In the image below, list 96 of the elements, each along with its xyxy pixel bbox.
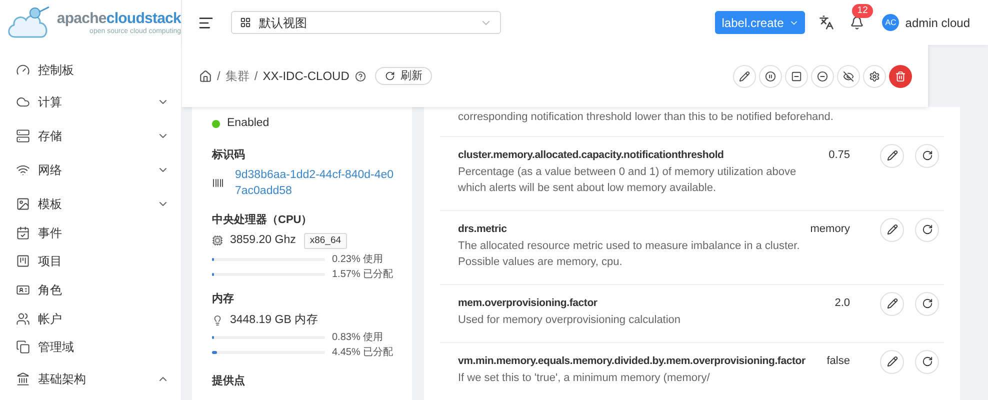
setting-name: drs.metric bbox=[458, 222, 508, 236]
breadcrumb-current: XX-IDC-CLOUD bbox=[262, 68, 350, 85]
settings-icon bbox=[869, 70, 880, 82]
gauge-icon bbox=[16, 63, 30, 77]
settings-button[interactable] bbox=[863, 64, 886, 88]
sidebar-item[interactable]: 控制板 bbox=[0, 59, 181, 81]
server-icon bbox=[16, 129, 30, 143]
setting-value: false bbox=[826, 354, 850, 368]
setting-description: Percentage (as a value between 0 and 1) of memory utilization above which alerts will be sent about low memory available. bbox=[458, 164, 798, 196]
calendar-icon bbox=[16, 226, 30, 240]
progress-reading: 1.57% 已分配 bbox=[332, 268, 394, 282]
reset-button[interactable] bbox=[915, 350, 939, 374]
setting-description: Used for memory overprovisioning calculation bbox=[458, 312, 682, 328]
user-name[interactable]: admin cloud bbox=[905, 14, 970, 32]
edit-button[interactable] bbox=[880, 292, 904, 316]
sidebar-item[interactable]: 项目 bbox=[0, 250, 181, 272]
pencil-icon bbox=[886, 224, 898, 235]
setting-name: vm.min.memory.equals.memory.divided.by.mem.overprovisioning.factor bbox=[458, 354, 806, 368]
pencil-icon bbox=[739, 70, 750, 82]
bulb-icon bbox=[212, 314, 223, 326]
status-text: Enabled bbox=[227, 116, 270, 132]
delete-button[interactable] bbox=[889, 64, 912, 88]
bell-icon[interactable] bbox=[850, 16, 864, 30]
reset-icon bbox=[922, 356, 932, 367]
trash-icon bbox=[895, 70, 906, 82]
field-label: 中央处理器（CPU） bbox=[212, 212, 314, 228]
setting-value: memory bbox=[809, 222, 850, 236]
barcode-icon bbox=[212, 176, 224, 188]
menu-icon[interactable] bbox=[198, 14, 214, 30]
home-icon[interactable] bbox=[199, 70, 212, 82]
setting-name: cluster.memory.allocated.capacity.notificationthreshold bbox=[458, 148, 725, 162]
reset-button[interactable] bbox=[915, 218, 939, 242]
pause-icon bbox=[765, 70, 776, 82]
sidebar-item[interactable]: 网络 bbox=[0, 159, 181, 181]
refresh-icon bbox=[385, 71, 396, 81]
setting-description: The allocated resource metric used to measure imbalance in a cluster. Possible values are memory, cpu. bbox=[458, 238, 801, 270]
field-label: 内存 bbox=[212, 292, 235, 308]
copy-icon bbox=[16, 340, 30, 354]
progress-reading: 0.83% 使用 bbox=[332, 331, 384, 345]
sidebar-item[interactable]: 管理域 bbox=[0, 336, 181, 358]
action-button[interactable] bbox=[837, 64, 860, 88]
logo-wordmark: apachecloudstack bbox=[56, 10, 181, 26]
chip-icon bbox=[212, 235, 223, 246]
sidebar-item[interactable]: 存储 bbox=[0, 125, 181, 147]
field-label: 提供点 bbox=[212, 374, 246, 389]
setting-description: If we set this to 'true', a minimum memory (memory/ bbox=[458, 370, 711, 386]
refresh-button[interactable]: 刷新 bbox=[375, 67, 432, 85]
field-label: 标识码 bbox=[212, 148, 246, 163]
reset-icon bbox=[922, 298, 932, 309]
sidebar-item[interactable]: 事件 bbox=[0, 222, 181, 244]
setting-description: corresponding notification threshold lower than this to be notified beforehand. bbox=[457, 110, 834, 125]
minus-square-icon bbox=[791, 70, 802, 82]
cpu-value: 3859.20 Ghz bbox=[230, 233, 296, 248]
setting-value: 2.0 bbox=[834, 296, 850, 310]
edit-button[interactable] bbox=[880, 144, 904, 168]
breadcrumb-separator: / bbox=[254, 68, 258, 85]
reset-button[interactable] bbox=[915, 292, 939, 316]
pencil-icon bbox=[886, 298, 898, 309]
action-button[interactable] bbox=[785, 64, 808, 88]
architecture-tag: x86_64 bbox=[304, 232, 348, 249]
id-card-icon bbox=[16, 283, 30, 297]
kanban-icon bbox=[16, 254, 30, 268]
pause-button[interactable] bbox=[759, 64, 782, 88]
sidebar-item[interactable]: 角色 bbox=[0, 279, 181, 301]
progress-reading: 0.23% 使用 bbox=[332, 253, 384, 268]
pencil-icon bbox=[886, 356, 898, 367]
sidebar-item[interactable]: 帐户 bbox=[0, 308, 181, 330]
users-icon bbox=[16, 312, 30, 326]
reset-button[interactable] bbox=[915, 144, 939, 168]
minus-circle-icon bbox=[817, 70, 828, 82]
sidebar-item[interactable]: 计算 bbox=[0, 91, 181, 113]
id-link[interactable]: 9d38b6aa-1dd2-44cf-840d-4e0 7ac0add58 bbox=[235, 166, 394, 198]
reset-icon bbox=[922, 224, 932, 235]
eye-off-icon bbox=[843, 70, 854, 82]
setting-value: 0.75 bbox=[828, 148, 850, 162]
bank-icon bbox=[16, 372, 30, 386]
help-icon[interactable] bbox=[355, 70, 366, 82]
sidebar-item[interactable]: 模板 bbox=[0, 193, 181, 215]
image-icon bbox=[16, 197, 30, 211]
edit-button[interactable] bbox=[880, 218, 904, 242]
sidebar-item[interactable]: 基础架构 bbox=[0, 368, 181, 390]
reset-icon bbox=[922, 150, 932, 161]
notification-badge: 12 bbox=[852, 4, 873, 18]
memory-value: 3448.19 GB 内存 bbox=[230, 312, 319, 328]
edit-button[interactable] bbox=[733, 64, 756, 88]
cloud-icon bbox=[16, 95, 30, 109]
pencil-icon bbox=[886, 150, 898, 161]
view-select[interactable]: 默认视图 bbox=[231, 11, 501, 34]
translate-icon[interactable] bbox=[819, 15, 834, 30]
breadcrumb-separator: / bbox=[217, 68, 220, 85]
grid-icon bbox=[240, 17, 251, 28]
setting-name: mem.overprovisioning.factor bbox=[458, 296, 598, 310]
action-button[interactable] bbox=[811, 64, 834, 88]
breadcrumb-link[interactable]: 集群 bbox=[225, 67, 250, 85]
progress-reading: 4.45% 已分配 bbox=[332, 346, 394, 360]
edit-button[interactable] bbox=[880, 350, 904, 374]
